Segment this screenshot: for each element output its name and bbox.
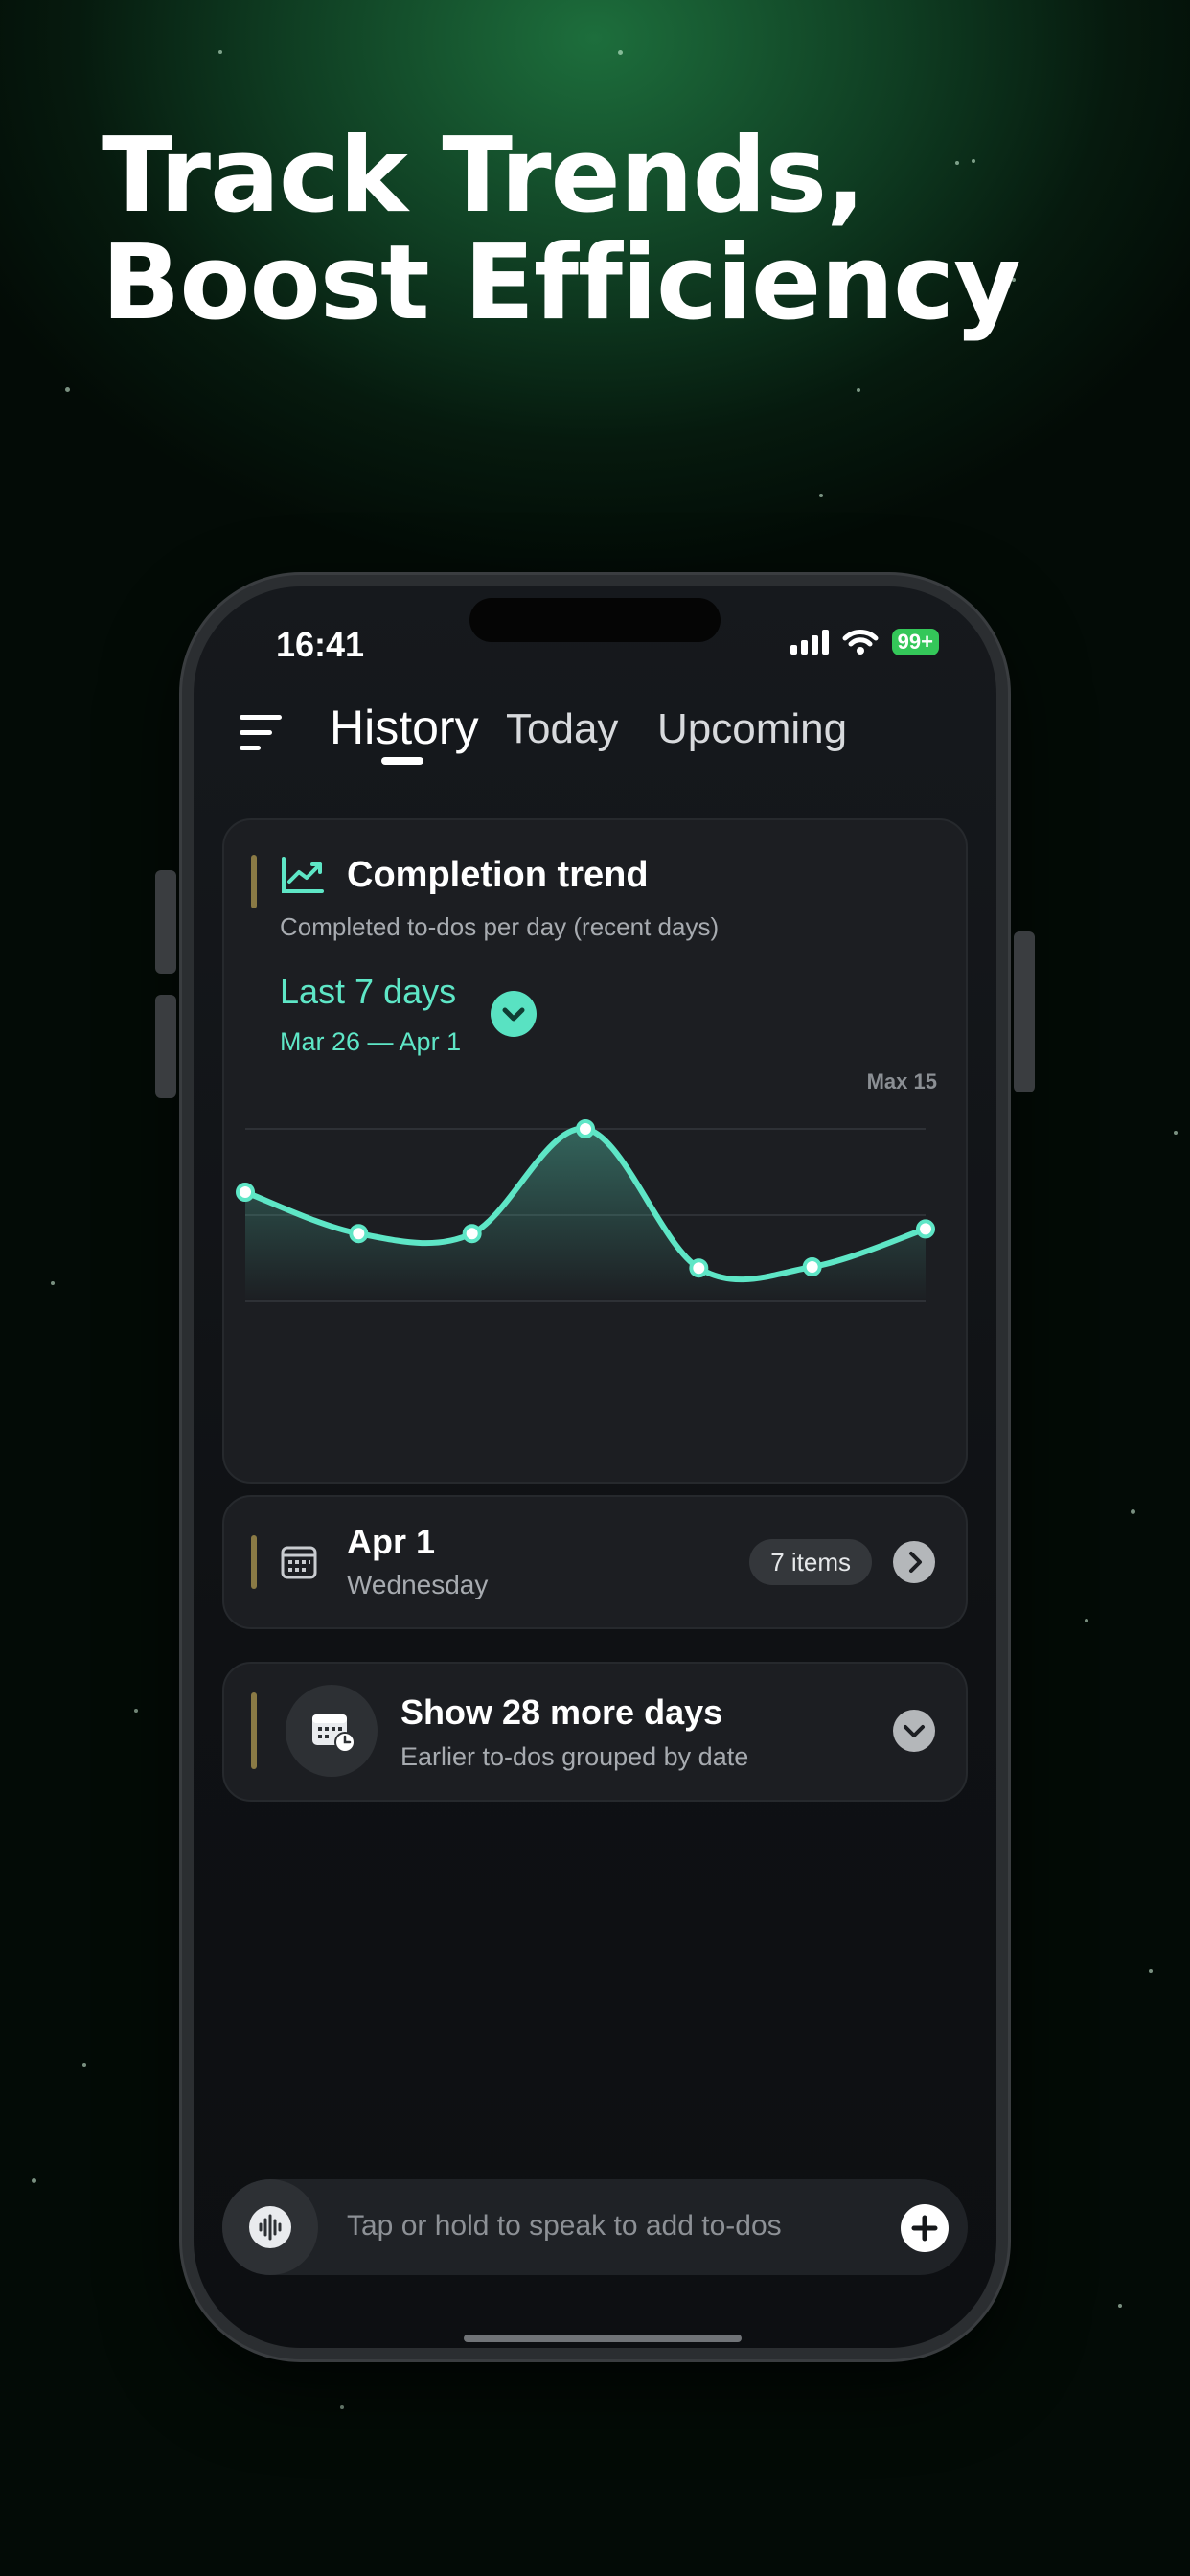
tab-history[interactable]: History [330,700,479,755]
day-group-card[interactable]: Apr 1 Wednesday 7 items [222,1495,968,1629]
add-todo-button[interactable] [901,2204,949,2252]
top-nav: History Today Upcoming [194,694,996,770]
chart-point-1[interactable] [236,1183,255,1202]
history-calendar-badge [286,1685,378,1777]
tab-today[interactable]: Today [506,705,618,753]
chart-point-3[interactable] [462,1224,482,1244]
show-more-title: Show 28 more days [400,1692,723,1732]
calendar-icon [281,1546,317,1579]
menu-icon[interactable] [240,715,286,753]
completion-line-chart [236,1119,935,1302]
item-count-badge: 7 items [749,1539,872,1585]
chevron-right-icon [909,1552,922,1573]
battery-indicator: 99+ [891,629,939,656]
chart-point-2[interactable] [349,1224,369,1244]
cellular-signal-icon [790,630,829,655]
show-more-subtitle: Earlier to-dos grouped by date [400,1742,749,1771]
plus-icon [911,2215,938,2242]
chart-point-6[interactable] [802,1257,822,1276]
chevron-down-icon [904,1725,925,1737]
phone-mockup: 16:41 99+ History Today Upcoming Complet… [155,575,1035,2359]
card-accent-bar [251,1535,257,1589]
chart-point-7[interactable] [916,1219,935,1239]
app-screen: 16:41 99+ History Today Upcoming Complet… [194,586,996,2348]
headline-line-2: Boost Efficiency [102,223,1021,343]
wifi-icon [842,630,879,655]
promo-headline: Track Trends, Boost Efficiency [102,116,1021,343]
show-more-days-card[interactable]: Show 28 more days Earlier to-dos grouped… [222,1662,968,1802]
power-button [1014,932,1035,1092]
voice-input-bar[interactable]: Tap or hold to speak to add to-dos [222,2179,968,2275]
active-tab-indicator [381,757,423,765]
card-accent-bar [251,1692,257,1769]
completion-trend-card: Completion trend Completed to-dos per da… [222,818,968,1484]
tab-upcoming[interactable]: Upcoming [657,705,847,753]
home-indicator [464,2334,742,2342]
day-weekday: Wednesday [347,1570,489,1599]
chart-point-5[interactable] [689,1258,709,1278]
chart-point-4[interactable] [576,1119,595,1138]
status-icons: 99+ [790,629,939,656]
calendar-clock-icon [312,1714,355,1753]
headline-line-1: Track Trends, [102,116,865,236]
volume-down-button [155,995,176,1098]
volume-up-button [155,870,176,974]
voice-waveform-icon [249,2206,291,2248]
input-placeholder[interactable]: Tap or hold to speak to add to-dos [347,2210,782,2242]
dynamic-island [469,598,721,642]
day-title: Apr 1 [347,1522,436,1561]
expand-button[interactable] [893,1710,935,1752]
status-time: 16:41 [276,625,365,664]
open-day-button[interactable] [893,1541,935,1583]
voice-record-button[interactable] [222,2179,318,2275]
